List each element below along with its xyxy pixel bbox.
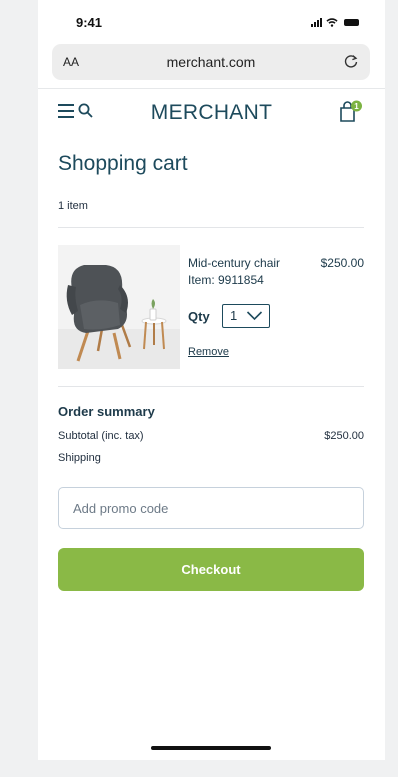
qty-label: Qty xyxy=(188,309,210,324)
quantity-value: 1 xyxy=(230,308,238,323)
cart-badge: 1 xyxy=(354,102,359,111)
product-name[interactable]: Mid-century chair xyxy=(188,256,280,270)
subtotal-label: Subtotal (inc. tax) xyxy=(58,430,144,442)
status-icons xyxy=(311,18,359,27)
divider xyxy=(38,88,385,89)
reload-icon[interactable] xyxy=(342,52,360,70)
url-text[interactable]: merchant.com xyxy=(52,54,370,70)
promo-code-input[interactable] xyxy=(58,487,364,529)
status-time: 9:41 xyxy=(76,15,103,30)
page-title: Shopping cart xyxy=(58,152,188,175)
status-bar: 9:41 xyxy=(38,0,385,40)
home-indicator xyxy=(151,746,271,750)
items-count: 1 item xyxy=(58,200,88,212)
wifi-icon xyxy=(326,18,338,27)
subtotal-value: $250.00 xyxy=(324,430,364,442)
chevron-down-icon xyxy=(246,311,263,321)
divider xyxy=(58,386,364,387)
product-price: $250.00 xyxy=(320,256,364,270)
quantity-select[interactable]: 1 xyxy=(222,304,270,328)
checkout-button[interactable]: Checkout xyxy=(58,548,364,591)
battery-icon xyxy=(344,19,359,26)
signal-icon xyxy=(311,18,322,27)
summary-title: Order summary xyxy=(58,404,155,419)
chair-image xyxy=(58,245,180,369)
remove-link[interactable]: Remove xyxy=(188,346,229,358)
brand-logo[interactable]: MERCHANT xyxy=(38,101,385,125)
product-sku: Item: 9911854 xyxy=(188,273,264,287)
shipping-label: Shipping xyxy=(58,452,101,464)
product-image[interactable] xyxy=(58,245,180,369)
cart-icon[interactable]: 1 xyxy=(339,100,363,122)
divider xyxy=(58,227,364,228)
url-bar[interactable]: AA merchant.com xyxy=(52,44,370,80)
phone-screen: 9:41 AA merchant.com MERCHANT 1 Shopping… xyxy=(38,0,385,760)
